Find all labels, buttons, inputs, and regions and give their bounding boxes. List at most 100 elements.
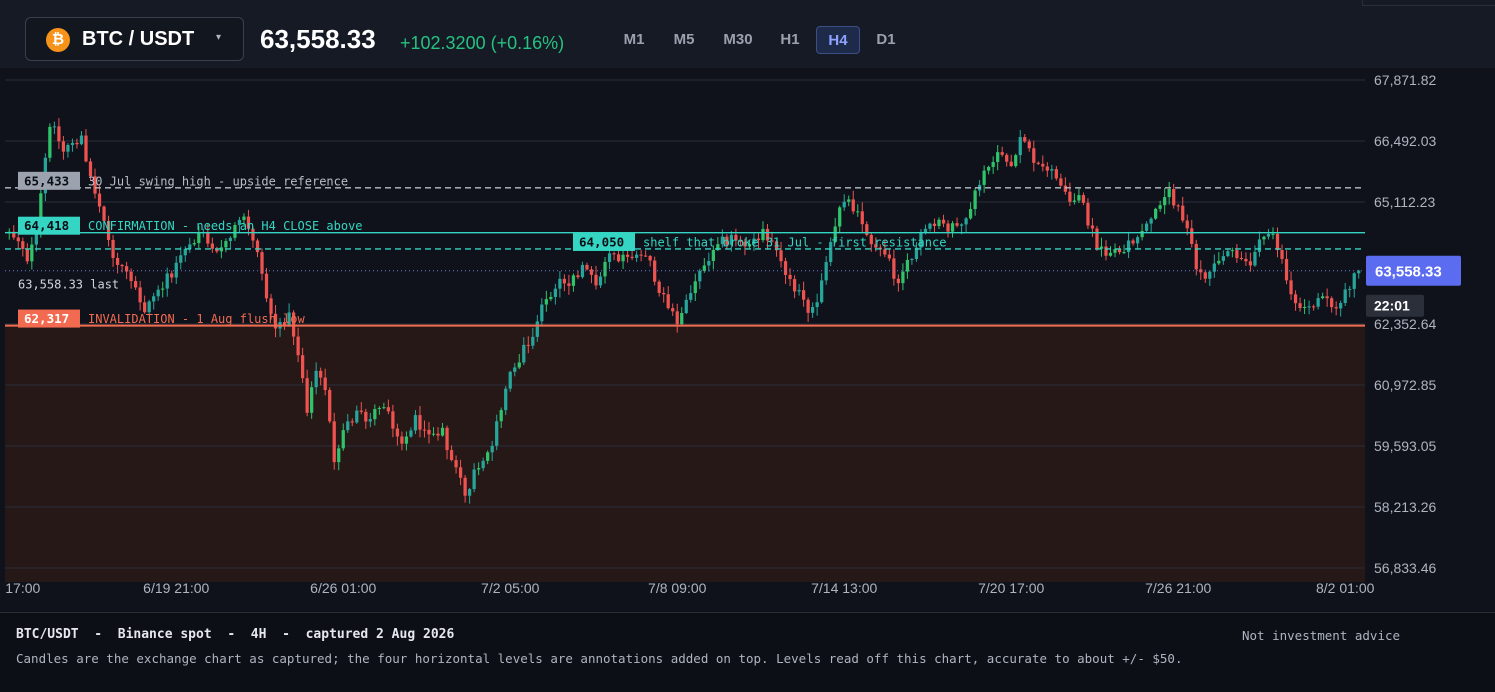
candle-body (522, 344, 526, 363)
candle-body (97, 193, 102, 207)
candle-body (585, 264, 589, 270)
candle-body (783, 261, 788, 275)
candle-body (526, 344, 530, 346)
candle-body (1217, 260, 1221, 264)
candle-body (413, 415, 418, 431)
candle-body (477, 468, 481, 470)
candle-body (449, 450, 454, 461)
candle-body (440, 427, 445, 436)
timeframe-m5[interactable]: M5 (666, 26, 702, 54)
candle-body (52, 126, 57, 128)
y-tick-label: 56,833.46 (1374, 560, 1436, 576)
candle-body (1185, 220, 1189, 229)
symbol-selector[interactable]: ₿ BTC / USDT ▾ (25, 17, 244, 61)
candle-body (377, 407, 381, 409)
candle-body (680, 313, 684, 325)
x-tick-label: 7/2 05:00 (481, 580, 540, 596)
candle-body (937, 219, 941, 226)
candle-body (463, 477, 467, 496)
candle-body (576, 275, 580, 278)
timeframe-h1[interactable]: H1 (772, 26, 808, 54)
candle-body (296, 336, 300, 356)
candle-body (625, 254, 630, 257)
candle-body (892, 258, 896, 279)
candle-body (1054, 169, 1058, 179)
candle-body (422, 429, 427, 431)
candle-body (156, 289, 160, 297)
candle-body (346, 421, 350, 431)
candle-body (445, 427, 449, 451)
y-tick-label: 66,492.03 (1374, 133, 1436, 149)
candle-body (323, 377, 327, 391)
candle-body (946, 223, 950, 232)
candle-body (143, 302, 147, 313)
y-tick-label: 59,593.05 (1374, 438, 1436, 454)
x-tick-label: 7/14 13:00 (811, 580, 877, 596)
candle-body (1271, 233, 1275, 235)
candle-body (1158, 205, 1162, 209)
candlestick-chart[interactable]: 63,558.33 last 65,433 30 Jul swing high - … (0, 68, 1495, 612)
candle-body (355, 410, 359, 423)
candle-body (612, 253, 616, 255)
candle-body (1257, 239, 1262, 252)
candle-body (170, 273, 174, 278)
candle-body (120, 264, 124, 267)
candle-body (30, 244, 34, 262)
candle-body (70, 142, 75, 145)
candle-body (558, 278, 562, 289)
candle-body (801, 290, 806, 300)
candle-body (847, 199, 851, 202)
candle-body (314, 370, 318, 388)
candle-body (932, 223, 937, 226)
candle-body (179, 255, 183, 263)
y-tick-label: 60,972.85 (1374, 377, 1436, 393)
candle-body (1244, 258, 1248, 262)
candle-body (161, 288, 165, 290)
candle-body (79, 135, 84, 145)
candle-body (1041, 163, 1045, 167)
candle-body (684, 299, 688, 314)
y-tick-label: 62,352.64 (1374, 316, 1436, 332)
candle-body (607, 253, 612, 262)
timeframe-h4[interactable]: H4 (816, 26, 860, 54)
candle-body (1036, 162, 1040, 164)
price-change: +102.3200 (+0.16%) (400, 33, 565, 53)
candle-body (115, 257, 120, 265)
candle-body (1050, 169, 1054, 171)
candle-body (1126, 240, 1131, 253)
candle-body (1181, 205, 1185, 221)
candle-body (350, 421, 354, 423)
candle-body (386, 407, 391, 412)
candle-body (1235, 250, 1239, 259)
candle-body (368, 419, 372, 422)
candle-body (1325, 296, 1329, 299)
candle-body (1343, 289, 1347, 303)
candle-body (883, 249, 887, 255)
candle-body (364, 411, 368, 422)
timeframe-m1[interactable]: M1 (616, 26, 652, 54)
timeframe-d1[interactable]: D1 (868, 26, 904, 54)
candle-body (192, 243, 196, 245)
disclaimer: Not investment advice (1242, 628, 1401, 643)
candle-body (486, 452, 490, 461)
candle-body (1334, 307, 1338, 309)
candle-body (1131, 240, 1135, 244)
candle-body (359, 410, 363, 412)
candle-body (856, 211, 860, 213)
candle-body (1176, 205, 1180, 207)
caption-note: Candles are the exchange chart as captur… (16, 651, 1183, 666)
candle-body (594, 274, 598, 286)
candle-body (1045, 166, 1049, 171)
x-tick-label: 7/8 09:00 (648, 580, 707, 596)
candle-body (928, 223, 932, 229)
candle-body (183, 248, 187, 256)
candle-body (820, 280, 824, 303)
candle-body (228, 237, 233, 242)
y-tick-label: 65,112.23 (1374, 194, 1435, 210)
candle-body (544, 299, 548, 305)
candle-body (57, 126, 61, 142)
candle-body (1077, 195, 1081, 201)
y-tick-label: 58,213.26 (1374, 499, 1436, 515)
timeframe-m30[interactable]: M30 (716, 26, 760, 54)
candle-body (1293, 294, 1298, 304)
